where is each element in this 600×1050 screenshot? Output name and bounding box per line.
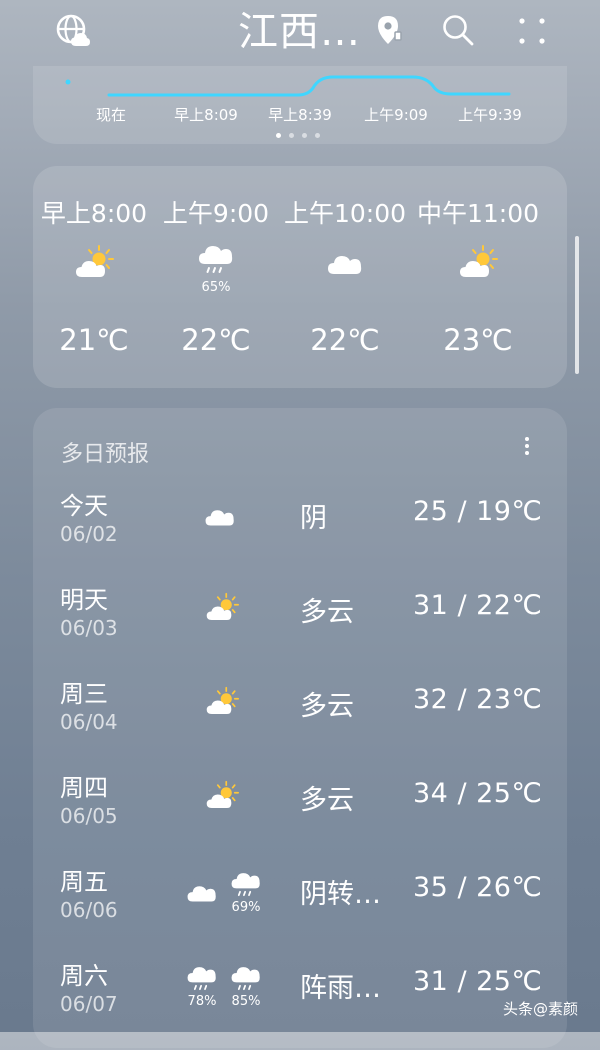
search-icon[interactable] (440, 12, 476, 48)
timeline-label: 上午9:39 (458, 106, 522, 124)
rain-cloud-icon (229, 868, 263, 902)
hourly-time: 中午11:00 (416, 199, 540, 228)
daily-row[interactable]: 今天 06/02 阴 25 / 19℃ (33, 486, 567, 580)
day-temp-range: 31 / 22℃ (413, 590, 543, 621)
day-condition: 阵雨… (300, 973, 381, 1004)
day-name: 周六 (60, 962, 108, 990)
day-temp-range: 31 / 25℃ (413, 966, 543, 997)
daily-forecast-title: 多日预报 (61, 442, 150, 467)
top-bar: 江西… (0, 0, 600, 66)
cloud-icon (325, 244, 365, 284)
hourly-temp: 21℃ (59, 323, 129, 357)
day-precip: 78% (187, 994, 217, 1009)
daily-row[interactable]: 明天 06/03 多云 31 / 22℃ (33, 580, 567, 674)
day-date: 06/07 (60, 992, 118, 1016)
more-options-icon[interactable] (517, 432, 537, 462)
partly-sunny-icon (74, 244, 114, 284)
hourly-time: 中 (543, 194, 567, 230)
rain-cloud-icon (196, 240, 236, 280)
day-date: 06/05 (60, 804, 118, 828)
hourly-temp: 23℃ (443, 323, 513, 357)
day-condition: 阴转… (300, 879, 381, 910)
location-pin-icon[interactable] (375, 14, 405, 46)
day-date: 06/03 (60, 616, 118, 640)
daily-row[interactable]: 周六 06/07 78% 85% 阵雨… 31 / 25℃ (33, 956, 567, 1050)
day-precip: 85% (231, 994, 261, 1009)
partly-sunny-icon (205, 592, 239, 626)
hourly-time: 上午9:00 (162, 199, 270, 228)
day-name: 明天 (60, 586, 108, 614)
cloud-icon (203, 500, 237, 534)
day-name: 周五 (60, 868, 108, 896)
day-condition: 阴 (300, 503, 327, 534)
day-precip: 69% (231, 900, 261, 915)
hourly-temp: 22℃ (310, 323, 380, 357)
day-date: 06/02 (60, 522, 118, 546)
partly-sunny-icon (205, 686, 239, 720)
day-temp-range: 32 / 23℃ (413, 684, 543, 715)
day-condition: 多云 (300, 691, 354, 722)
timeline-label: 现在 (95, 106, 126, 124)
globe-cloud-icon[interactable] (55, 13, 91, 49)
day-name: 周三 (60, 680, 108, 708)
day-name: 周四 (60, 774, 108, 802)
watermark: 头条@素颜 (503, 1000, 579, 1018)
daily-row[interactable]: 周五 06/06 69% 阴转… 35 / 26℃ (33, 862, 567, 956)
daily-row[interactable]: 周三 06/04 多云 32 / 23℃ (33, 674, 567, 768)
day-date: 06/06 (60, 898, 118, 922)
menu-dots-icon[interactable] (515, 14, 549, 48)
hourly-forecast-card[interactable]: 早上8:00 21℃ 上午9:00 65% 22℃ 上午10:00 22℃ 中午… (33, 166, 567, 388)
timeline-label: 早上8:09 (174, 106, 238, 124)
timeline-label: 早上8:39 (268, 106, 332, 124)
timeline-label: 上午9:09 (364, 106, 428, 124)
hourly-scroll-indicator (575, 236, 579, 374)
page-indicator (276, 123, 328, 142)
partly-sunny-icon (205, 780, 239, 814)
day-name: 今天 (60, 492, 108, 520)
hourly-time: 早上8:00 (40, 199, 148, 228)
day-temp-range: 34 / 25℃ (413, 778, 543, 809)
day-temp-range: 35 / 26℃ (413, 872, 543, 903)
rain-cloud-icon (229, 962, 263, 996)
hourly-time: 上午10:00 (283, 199, 407, 228)
day-condition: 多云 (300, 597, 354, 628)
day-date: 06/04 (60, 710, 118, 734)
city-title[interactable]: 江西… (238, 6, 361, 58)
partly-sunny-icon (458, 244, 498, 284)
day-condition: 多云 (300, 785, 354, 816)
daily-row[interactable]: 周四 06/05 多云 34 / 25℃ (33, 768, 567, 862)
hourly-precip: 65% (201, 280, 231, 295)
rain-cloud-icon (185, 962, 219, 996)
cloud-icon (185, 876, 219, 910)
daily-forecast-card: 多日预报 今天 06/02 阴 25 / 19℃ 明天 06/03 多云 31 … (33, 408, 567, 1048)
day-temp-range: 25 / 19℃ (413, 496, 543, 527)
hourly-temp: 22℃ (181, 323, 251, 357)
